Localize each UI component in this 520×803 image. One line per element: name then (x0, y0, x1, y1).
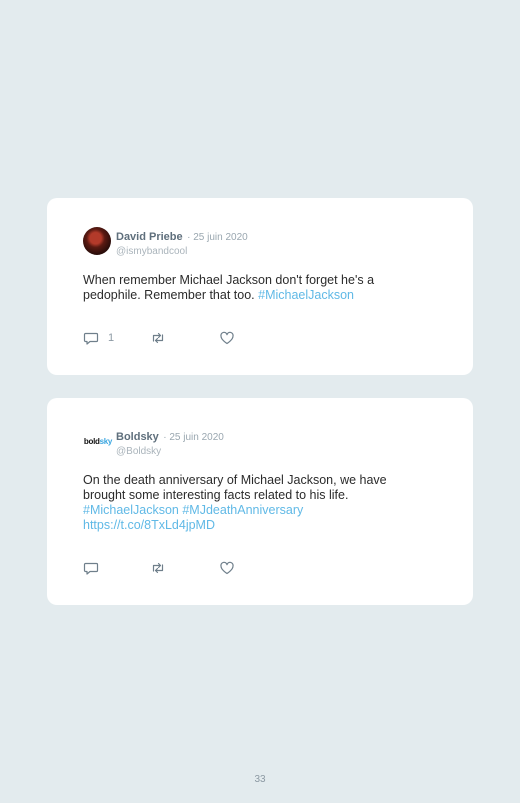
retweet-icon (150, 330, 166, 346)
reply-button[interactable] (83, 560, 99, 576)
page-number: 33 (254, 774, 266, 785)
hashtag-link[interactable]: #MichaelJackson (258, 288, 354, 302)
boldsky-logo: boldsky (83, 436, 113, 446)
tweet-date[interactable]: · 25 juin 2020 (187, 232, 248, 243)
avatar[interactable]: boldsky (83, 427, 113, 455)
author-meta: David Priebe · 25 juin 2020 @ismybandcoo… (116, 227, 248, 257)
retweet-button[interactable] (150, 560, 166, 576)
avatar[interactable] (83, 227, 111, 255)
tweet-text: When remember Michael Jackson don't forg… (83, 273, 423, 303)
tweet-card: David Priebe · 25 juin 2020 @ismybandcoo… (47, 198, 473, 375)
reply-count: 1 (108, 332, 115, 344)
tweet-card: boldsky Boldsky · 25 juin 2020 @Boldsky … (47, 398, 473, 605)
retweet-icon (150, 560, 166, 576)
reply-icon (83, 560, 99, 576)
author-handle[interactable]: @ismybandcool (116, 246, 248, 257)
tweet-text: On the death anniversary of Michael Jack… (83, 473, 423, 533)
heart-icon (219, 560, 235, 576)
reply-button[interactable]: 1 (83, 330, 114, 346)
tweet-url-link[interactable]: https://t.co/8TxLd4jpMD (83, 518, 215, 532)
tweet-date[interactable]: · 25 juin 2020 (163, 432, 224, 443)
author-name[interactable]: David Priebe (116, 231, 183, 243)
author-meta: Boldsky · 25 juin 2020 @Boldsky (116, 427, 224, 457)
reply-icon (83, 330, 99, 346)
heart-icon (219, 330, 235, 346)
tweet-text-plain: On the death anniversary of Michael Jack… (83, 473, 387, 502)
author-handle[interactable]: @Boldsky (116, 446, 224, 457)
like-button[interactable] (219, 330, 235, 346)
author-name[interactable]: Boldsky (116, 431, 159, 443)
hashtag-links[interactable]: #MichaelJackson #MJdeathAnniversary (83, 503, 303, 517)
like-button[interactable] (219, 560, 235, 576)
retweet-button[interactable] (150, 330, 166, 346)
